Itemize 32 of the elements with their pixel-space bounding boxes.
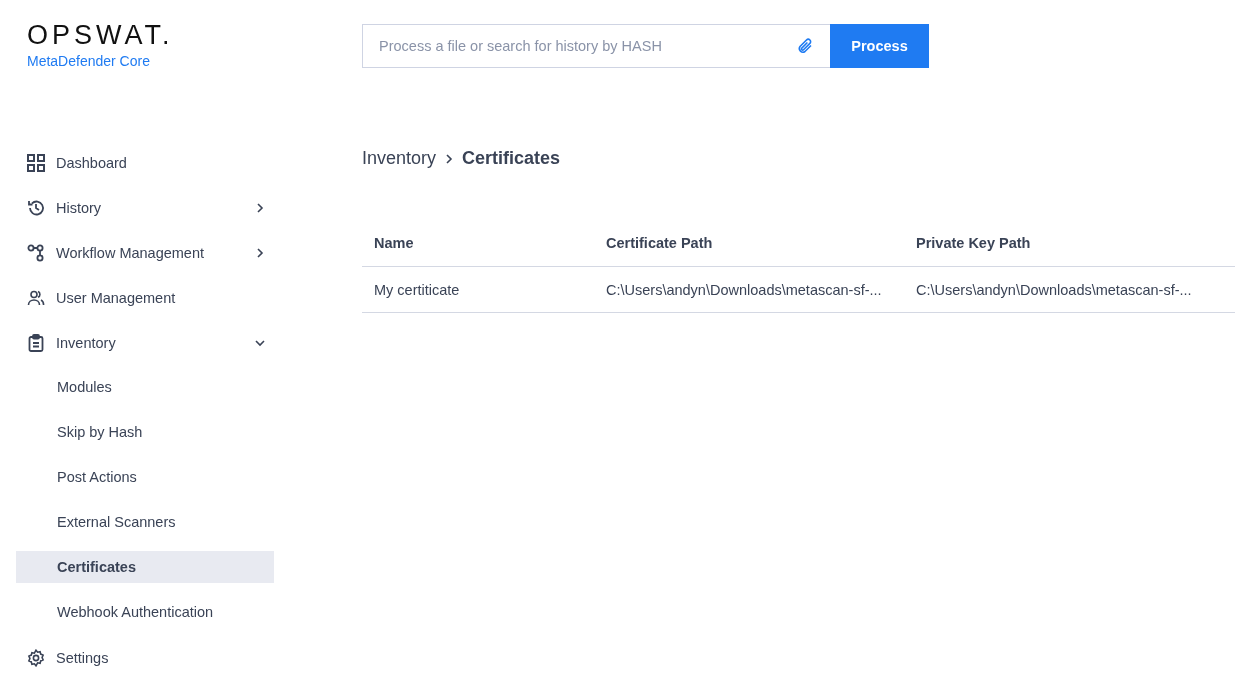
chevron-right-icon	[444, 152, 455, 165]
sidebar-item[interactable]: Dashboard	[16, 140, 274, 185]
column-header: Certificate Path	[594, 220, 904, 267]
history-icon	[27, 198, 45, 217]
sidebar-item[interactable]: User Management	[16, 275, 274, 320]
clipboard-icon	[27, 333, 45, 352]
table-cell: C:\Users\andyn\Downloads\metascan-sf-...	[904, 266, 1235, 313]
sidebar-subitem[interactable]: Modules	[16, 371, 274, 403]
search-field[interactable]: Process a file or search for history by HASH	[362, 24, 830, 68]
process-button[interactable]: Process	[830, 24, 929, 68]
sidebar-item[interactable]: Workflow Management	[16, 230, 274, 275]
workflow-icon	[27, 243, 45, 262]
users-icon	[27, 288, 45, 307]
sidebar-item[interactable]: Inventory	[16, 320, 274, 365]
sidebar-item[interactable]: Settings	[16, 635, 274, 680]
table-cell: My certiticate	[362, 266, 594, 313]
grid-icon	[27, 153, 45, 172]
sidebar-subitem[interactable]: Skip by Hash	[16, 416, 274, 448]
paperclip-icon[interactable]	[796, 37, 814, 55]
table-cell: C:\Users\andyn\Downloads\metascan-sf-...	[594, 266, 904, 313]
breadcrumb-item[interactable]: Inventory	[362, 148, 437, 169]
sidebar-subitem[interactable]: Certificates	[16, 551, 274, 583]
company-logo: OPSWAT.	[27, 20, 174, 50]
sidebar-subitem[interactable]: Post Actions	[16, 461, 274, 493]
sidebar-subitem[interactable]: Webhook Authentication	[16, 596, 274, 628]
column-header: Private Key Path	[904, 220, 1235, 267]
column-header: Name	[362, 220, 594, 267]
settings-icon	[27, 648, 45, 667]
sidebar-subitem[interactable]: External Scanners	[16, 506, 274, 538]
sidebar-item[interactable]: History	[16, 185, 274, 230]
breadcrumb-item: Certificates	[462, 148, 561, 169]
product-name: MetaDefender Core	[27, 53, 150, 69]
